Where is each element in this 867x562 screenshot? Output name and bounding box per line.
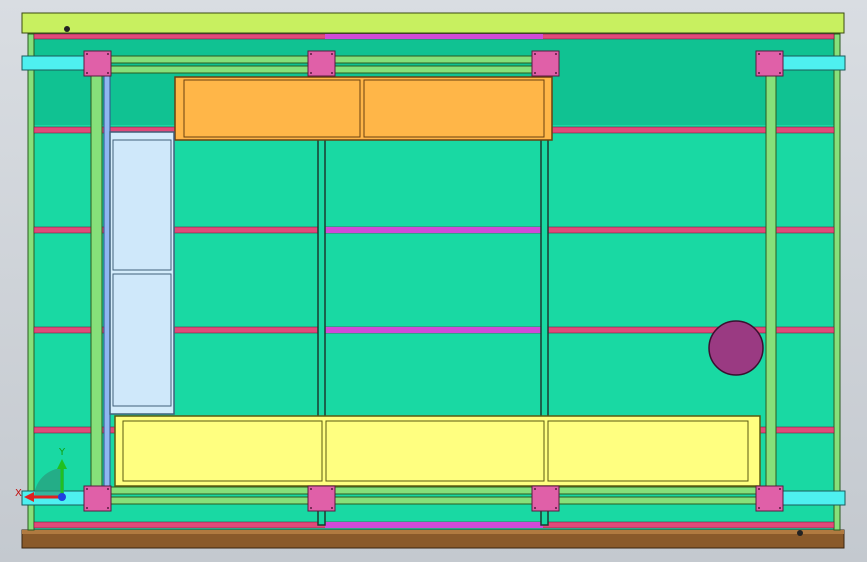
assembly-drawing[interactable]: X Y	[0, 0, 867, 562]
bar-row-5-purple	[325, 522, 543, 528]
bottom-rail-hole	[797, 530, 803, 536]
yellow-box[interactable]	[114, 415, 761, 487]
bracket-top-right	[781, 55, 846, 71]
connector-bottom-1[interactable]	[83, 485, 112, 512]
bar-row-3-purple	[325, 327, 543, 333]
bar-row-0-purple	[325, 34, 543, 39]
bottom-beam-lower	[109, 496, 761, 505]
bottom-beam-upper	[109, 486, 761, 495]
orange-box-inner-left	[183, 79, 361, 138]
post-left	[90, 59, 103, 501]
orange-box-inner-right	[363, 79, 545, 138]
connector-top-4[interactable]	[755, 50, 784, 77]
yellow-box-inner-center	[325, 420, 545, 482]
yellow-box-inner-left	[122, 420, 323, 482]
cad-viewport[interactable]: X Y	[0, 0, 867, 562]
connector-top-1[interactable]	[83, 50, 112, 77]
top-rail	[21, 12, 845, 34]
right-frame-edge	[833, 33, 841, 531]
top-rail-hole	[64, 26, 70, 32]
connector-top-2[interactable]	[307, 50, 336, 77]
post-right	[765, 59, 777, 501]
light-blue-panel-upper	[112, 139, 172, 271]
connector-bottom-4[interactable]	[755, 485, 784, 512]
connector-top-3[interactable]	[531, 50, 560, 77]
orange-box[interactable]	[174, 76, 553, 141]
triad-y-label: Y	[58, 447, 66, 458]
purple-circle-port[interactable]	[708, 320, 764, 376]
light-blue-panel-lower	[112, 273, 172, 407]
connector-bottom-3[interactable]	[531, 485, 560, 512]
left-frame-edge	[27, 33, 35, 531]
bracket-bottom-right	[781, 490, 846, 506]
triad-x-label: X	[15, 488, 22, 499]
light-blue-panel[interactable]	[109, 131, 175, 415]
bracket-top-left	[21, 55, 87, 71]
post-left-blue	[103, 59, 111, 501]
bottom-rail-highlight	[22, 530, 844, 534]
connector-bottom-2[interactable]	[307, 485, 336, 512]
yellow-box-inner-right	[547, 420, 749, 482]
bar-row-2-purple	[325, 227, 543, 233]
triad-origin	[58, 493, 66, 501]
